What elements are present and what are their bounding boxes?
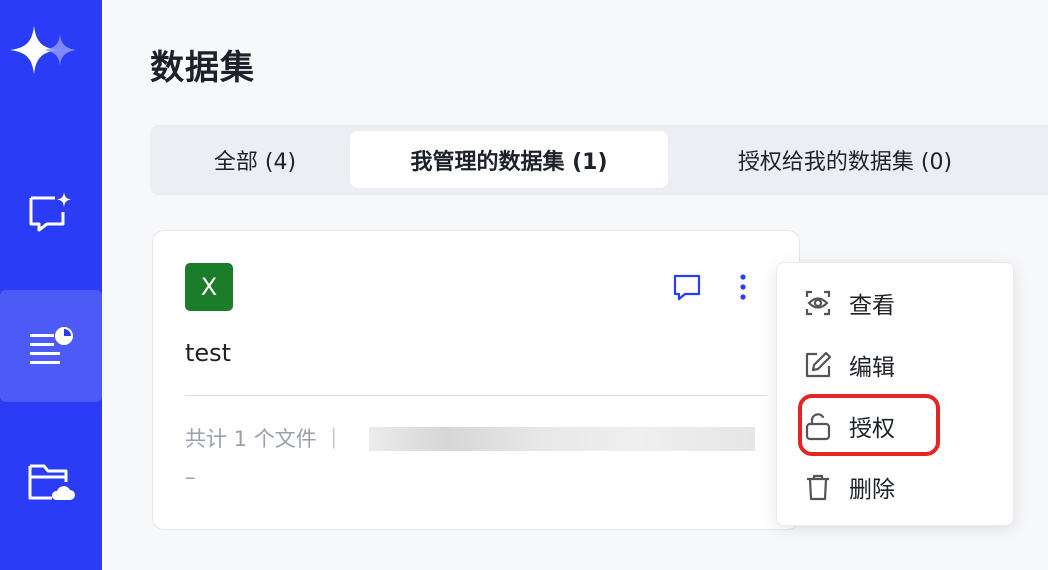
sidebar-item-files[interactable] xyxy=(0,426,102,538)
eye-icon xyxy=(803,288,833,318)
sidebar-item-chat[interactable] xyxy=(0,156,102,268)
tab-shared-with-me[interactable]: 授权给我的数据集 (0) xyxy=(680,131,1010,188)
page-title: 数据集 xyxy=(150,48,255,88)
menu-item-authorize-label: 授权 xyxy=(849,416,895,442)
excel-file-icon: X xyxy=(185,263,233,311)
unlock-icon xyxy=(803,411,833,441)
card-secondary-text: – xyxy=(185,465,196,489)
tab-managed-by-me[interactable]: 我管理的数据集 (1) xyxy=(350,131,668,188)
tab-all[interactable]: 全部 (4) xyxy=(160,131,350,188)
dataset-list-icon xyxy=(26,324,76,368)
menu-item-edit-label: 编辑 xyxy=(849,355,895,381)
dataset-action-menu: 查看 编辑 授权 删除 xyxy=(776,262,1014,526)
cloud-folder-icon xyxy=(26,460,76,504)
menu-item-edit[interactable]: 编辑 xyxy=(777,335,1015,395)
trash-icon xyxy=(803,472,833,502)
dataset-card[interactable]: X test 共计 1 个文件 ｜ – xyxy=(152,230,800,530)
dataset-name: test xyxy=(185,339,232,367)
redacted-info xyxy=(369,427,755,451)
menu-item-view[interactable]: 查看 xyxy=(777,273,1015,333)
menu-item-delete[interactable]: 删除 xyxy=(777,457,1015,517)
card-divider xyxy=(185,395,767,396)
sidebar-item-datasets[interactable] xyxy=(0,290,102,402)
menu-item-delete-label: 删除 xyxy=(849,477,895,503)
chat-sparkle-icon xyxy=(27,190,75,234)
sidebar xyxy=(0,0,102,570)
sparkle-logo-icon[interactable] xyxy=(8,24,84,80)
more-options-icon[interactable] xyxy=(731,271,755,303)
menu-item-authorize[interactable]: 授权 xyxy=(777,396,1015,456)
menu-item-view-label: 查看 xyxy=(849,293,895,319)
comment-icon[interactable] xyxy=(671,271,703,303)
edit-icon xyxy=(803,350,833,380)
file-count: 共计 1 个文件 ｜ xyxy=(185,427,345,451)
dataset-tabs: 全部 (4) 我管理的数据集 (1) 授权给我的数据集 (0) xyxy=(150,125,1048,195)
